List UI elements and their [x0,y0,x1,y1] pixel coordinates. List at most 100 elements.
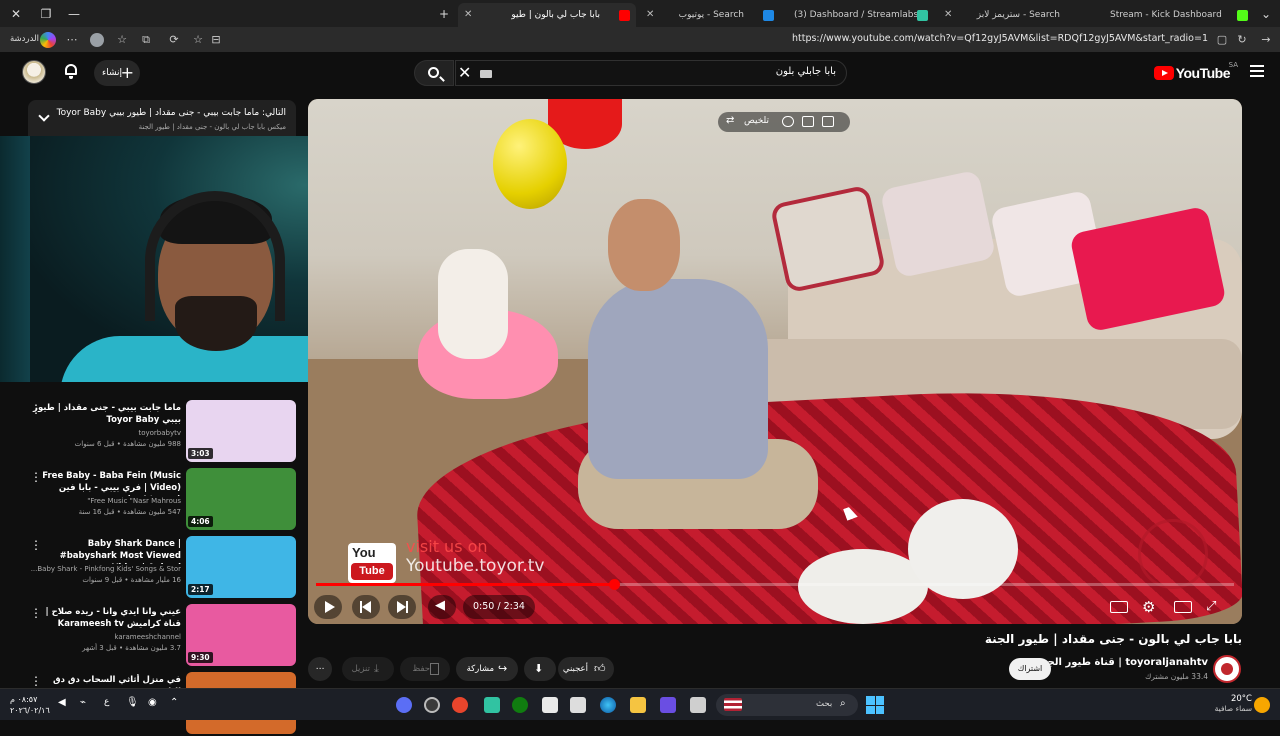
recommendation-channel[interactable]: karameeshchannel [31,633,181,641]
subtitles-icon[interactable] [1110,601,1128,613]
forward-icon[interactable]: → [1258,32,1274,48]
refresh-icon-left[interactable]: ⟳ [166,32,182,48]
notifications-bell-icon[interactable] [64,63,78,79]
start-button[interactable] [866,696,884,714]
recommendation-title[interactable]: Baby Shark Dance | #babyshark Most Viewe… [31,538,181,564]
more-vert-icon[interactable]: ⋮ [30,674,42,688]
tab-streamlabs-search[interactable]: ✕ Search - ستريمز لابز [938,3,1096,27]
share-button[interactable]: مشاركة ↪ [456,657,518,681]
next-button[interactable] [388,595,416,619]
tab-streamlabs-dashboard[interactable]: (3) Dashboard / Streamlabs [784,3,934,27]
recommendation-title[interactable]: Free Baby - Baba Fein (Music Video) | فر… [31,470,181,496]
app-icon-window[interactable] [690,697,706,713]
summarize-button[interactable]: تلخيص [744,116,769,126]
more-actions-button[interactable]: ⋯ [308,657,332,681]
store-icon[interactable] [570,697,586,713]
recommendation-item[interactable]: 2:17 Baby Shark Dance | #babyshark Most V… [20,536,298,600]
minimize-window-icon[interactable]: — [66,6,82,22]
volume-button[interactable]: ◀ [428,595,456,619]
video-thumbnail[interactable]: 4:06 [186,468,296,530]
video-thumbnail[interactable]: 9:30 [186,604,296,666]
profile-label[interactable]: الدردشة [10,34,39,44]
share-clip-icon[interactable] [782,116,794,127]
notepad-icon[interactable] [542,697,558,713]
video-thumbnail[interactable]: 2:17 [186,536,296,598]
weather-widget[interactable]: 20°C سماء صافية [1215,694,1252,713]
more-options-icon[interactable]: ⋯ [64,32,80,48]
app-icon-red[interactable] [452,697,468,713]
theater-mode-icon[interactable] [1174,601,1192,613]
more-vert-icon[interactable]: ⋮ [30,470,42,484]
tab-kick-dashboard[interactable]: Stream - Kick Dashboard [1100,3,1254,27]
tab-youtube-search[interactable]: ✕ Search - يوتيوب [640,3,780,27]
language-indicator[interactable]: ع [104,697,109,707]
discord-icon[interactable] [396,697,412,713]
channel-name[interactable]: toyoraljanahtv | قناة طيور الجنة [1037,657,1208,668]
favorites-icon[interactable]: ☆ [114,32,130,48]
download-button[interactable]: تنزيل ⤓ [342,657,394,681]
reload-icon[interactable]: ↻ [1234,32,1250,48]
chevron-down-icon[interactable] [38,110,50,122]
create-button[interactable]: + إنشاء [94,60,140,86]
collections-icon[interactable]: ⧉ [138,32,154,48]
tab-close-icon[interactable]: ✕ [944,3,952,27]
video-player[interactable]: You Tube visit us on Youtube.toyor.tv تل… [308,99,1242,624]
recommendation-title[interactable]: ماما جابت بيبي - جنى مقداد | طيور بيبي T… [31,402,181,426]
theater-icon[interactable] [802,116,814,127]
speaker-icon[interactable]: ◀ [58,697,66,708]
show-hidden-icons-icon[interactable]: ⌃ [170,697,178,708]
video-thumbnail[interactable]: 3:03 [186,400,296,462]
tab-close-icon[interactable]: ✕ [646,3,654,27]
account-avatar[interactable] [22,60,46,84]
tray-icon[interactable]: ◉ [148,697,157,708]
like-button[interactable]: أعجبني 👍︎ [558,657,614,681]
recommendation-channel[interactable]: Free Music "Nasr Mahrous" [31,497,181,505]
profile-avatar-icon[interactable] [90,33,104,47]
hamburger-menu-icon[interactable] [1250,65,1264,77]
search-button[interactable] [414,60,454,86]
url-field[interactable]: https://www.youtube.com/watch?v=Qf12gyJ5… [792,33,1208,44]
more-vert-icon[interactable]: ⋮ [30,402,42,416]
translate-icon[interactable]: ⇄ [726,115,734,126]
settings-gear-icon[interactable]: ⚙ [1142,598,1160,616]
site-info-icon[interactable]: ▢ [1214,32,1230,48]
add-favorite-icon[interactable]: ☆ [190,32,206,48]
previous-button[interactable] [352,595,380,619]
recommendation-channel[interactable]: Baby Shark - Pinkfong Kids' Songs & Stor… [31,565,181,573]
recommendation-title[interactable]: عيني وانا ايدي وانا - ريده صلاح | قناة ك… [31,606,181,630]
restore-window-icon[interactable]: ❐ [38,6,54,22]
clear-search-icon[interactable]: ✕ [458,63,471,82]
xbox-icon[interactable] [512,697,528,713]
dislike-button[interactable]: ⬇ [524,657,556,681]
tab-youtube-video[interactable]: ✕ بابا جاب لي بالون | طيو [458,3,636,27]
keyboard-icon[interactable] [480,70,492,78]
channel-avatar[interactable] [1213,655,1241,683]
save-button[interactable]: حفظ [400,657,450,681]
recommendation-channel[interactable]: toyorbabytv [31,429,181,437]
file-explorer-icon[interactable] [630,697,646,713]
more-vert-icon[interactable]: ⋮ [30,606,42,620]
copilot-icon[interactable] [40,32,56,48]
playlist-panel-header[interactable]: التالي: ماما جابت بيبي - جنى مقداد | طيو… [28,100,296,138]
more-vert-icon[interactable]: ⋮ [30,538,42,552]
network-icon[interactable]: ⌁ [80,697,86,708]
miniplayer-icon[interactable] [822,116,834,127]
close-window-icon[interactable]: ✕ [8,6,24,22]
progress-bar[interactable] [316,579,1234,590]
fullscreen-icon[interactable]: ⤢ [1206,598,1224,616]
new-tab-icon[interactable]: + [436,6,452,22]
microphone-icon[interactable]: 🎙︎ [126,697,139,708]
edge-icon[interactable] [600,697,616,713]
tab-list-chevron-icon[interactable]: ⌄ [1258,6,1274,22]
clock[interactable]: ٠٨:٥٧ م ٢٠٢٦/٠٢/١٦ [10,694,50,716]
subscribe-button[interactable]: اشتراك [1009,658,1051,680]
recommendation-item[interactable]: 3:03 ماما جابت بيبي - جنى مقداد | طيور بي… [20,400,298,464]
streamlabs-icon[interactable] [484,697,500,713]
taskbar-search[interactable]: بحث ⌕ [716,694,858,716]
play-button[interactable] [314,595,342,619]
search-input[interactable]: بابا جابلي بلون [455,60,847,86]
tab-close-icon[interactable]: ✕ [464,3,472,27]
app-icon-purple[interactable] [660,697,676,713]
youtube-logo[interactable]: YouTube SA [1153,61,1238,82]
obs-icon[interactable] [424,697,440,713]
